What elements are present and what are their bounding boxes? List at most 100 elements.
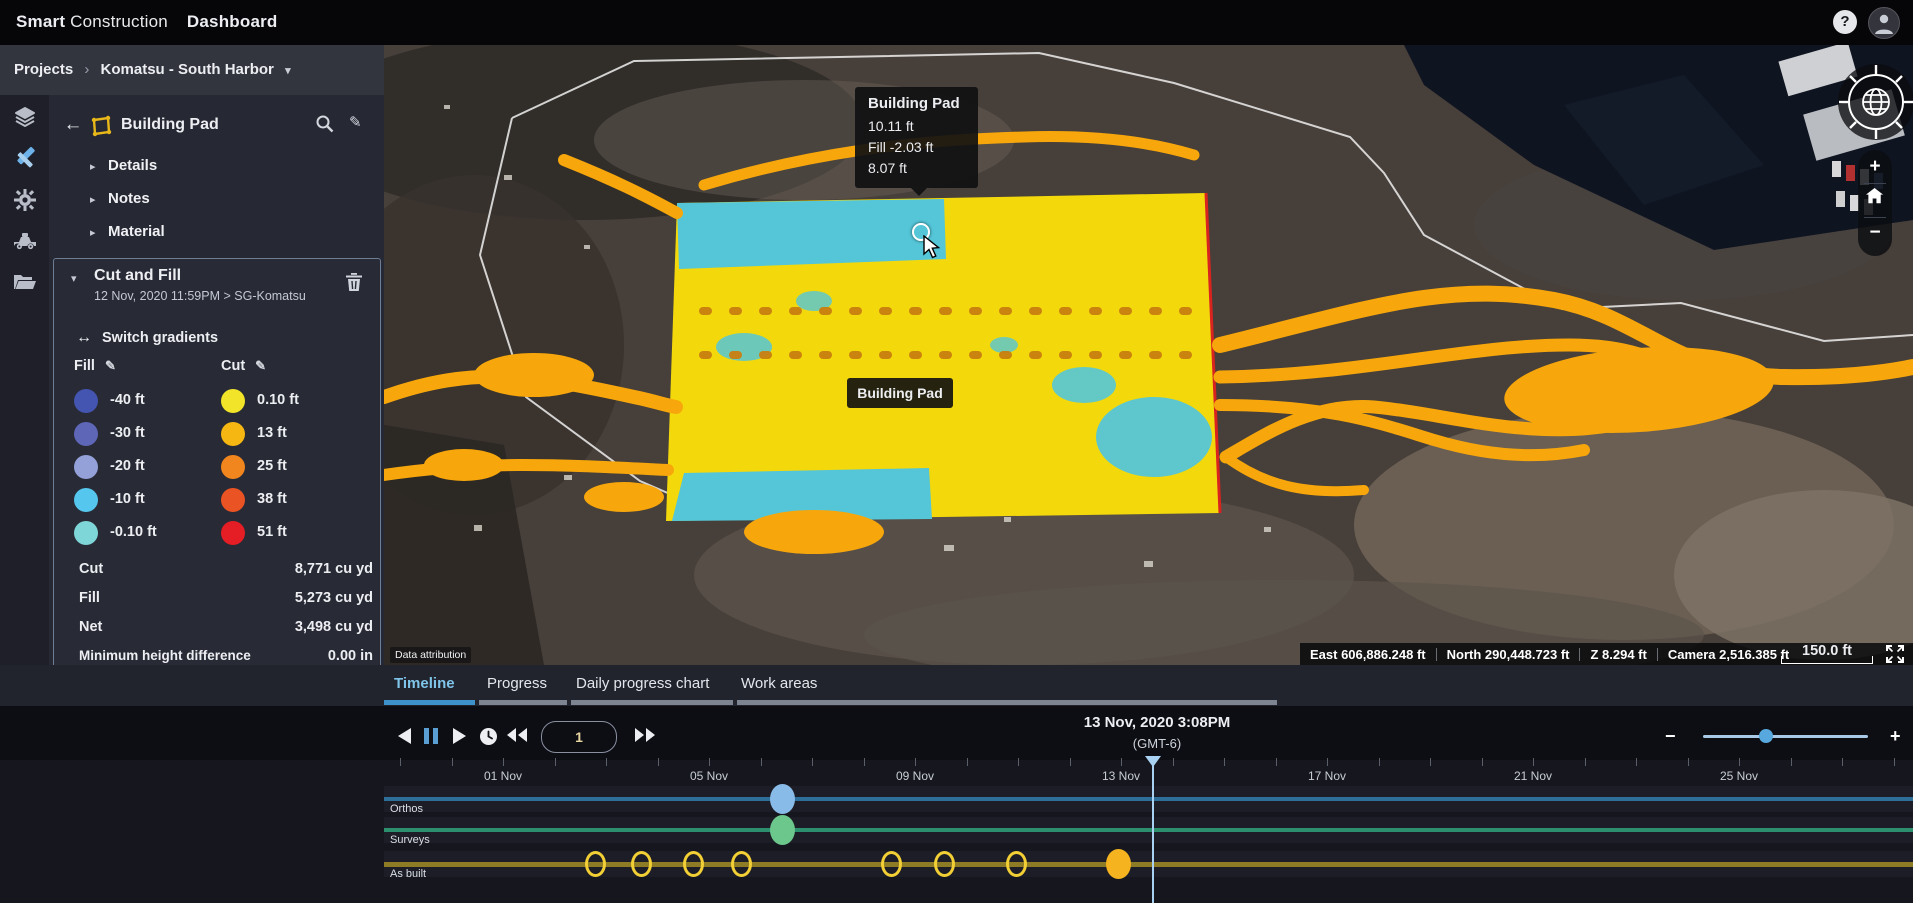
step-back-button[interactable] bbox=[396, 727, 412, 745]
settings-gear-icon[interactable] bbox=[0, 182, 49, 218]
tab-underline bbox=[479, 700, 567, 705]
chevron-right-icon: ▸ bbox=[90, 227, 96, 239]
stat-row: Net 3,498 cu yd bbox=[79, 615, 373, 644]
map-tooltip: Building Pad 10.11 ft Fill -2.03 ft 8.07… bbox=[855, 87, 978, 196]
tooltip-fill-delta: Fill -2.03 ft bbox=[868, 139, 934, 155]
gradient-stop-label: 0.10 ft bbox=[257, 392, 299, 408]
compass-navigation-widget[interactable] bbox=[1836, 62, 1913, 142]
fast-forward-button[interactable] bbox=[634, 727, 656, 743]
zoom-to-icon[interactable] bbox=[315, 114, 335, 134]
timeline-event-as-built[interactable] bbox=[682, 851, 704, 877]
map-home-button[interactable] bbox=[1858, 188, 1892, 209]
tab-work-areas[interactable]: Work areas bbox=[741, 675, 817, 692]
clock-playback-speed-button[interactable] bbox=[479, 727, 498, 746]
timeline-event-orthos[interactable] bbox=[769, 784, 795, 814]
gradient-stop-label: -0.10 ft bbox=[110, 524, 157, 540]
axis-label: 25 Nov bbox=[1719, 769, 1759, 783]
axis-tick bbox=[966, 758, 968, 766]
breadcrumb-project-name[interactable]: Komatsu - South Harbor bbox=[101, 61, 274, 78]
timeline-event-surveys[interactable] bbox=[769, 815, 795, 845]
gradient-swatch bbox=[221, 422, 245, 446]
timeline-zoom-in-button[interactable]: + bbox=[1890, 726, 1901, 747]
map-scale-bar: 150.0 ft bbox=[1779, 643, 1875, 665]
fullscreen-icon[interactable] bbox=[1886, 645, 1904, 663]
edit-pencil-icon[interactable]: ✎ bbox=[349, 113, 362, 131]
top-bar: Smart Construction Dashboard ? bbox=[0, 0, 1913, 46]
axis-tick bbox=[400, 758, 401, 766]
section-label: Notes bbox=[108, 190, 150, 207]
cutfill-title[interactable]: Cut and Fill bbox=[94, 267, 181, 285]
section-material[interactable]: ▸ Material bbox=[49, 219, 384, 252]
brand-dashboard: Dashboard bbox=[186, 12, 278, 31]
map-viewport[interactable]: Building Pad 10.11 ft Fill -2.03 ft 8.07… bbox=[384, 45, 1913, 665]
timeline-zoom-slider-handle[interactable] bbox=[1759, 729, 1773, 743]
frame-step-input[interactable]: 1 bbox=[541, 721, 617, 753]
rewind-button[interactable] bbox=[506, 727, 528, 743]
current-timestamp: 13 Nov, 2020 3:08PM bbox=[1083, 714, 1231, 731]
chevron-down-icon[interactable]: ▾ bbox=[285, 65, 291, 77]
gradient-swatch bbox=[221, 521, 245, 545]
tab-timeline[interactable]: Timeline bbox=[394, 675, 455, 692]
axis-tick bbox=[1893, 758, 1895, 766]
edit-cut-gradient-icon[interactable]: ✎ bbox=[255, 358, 266, 373]
section-notes[interactable]: ▸ Notes bbox=[49, 186, 384, 219]
cut-column-header: Cut ✎ bbox=[221, 358, 267, 374]
gradient-stop-label: -40 ft bbox=[110, 392, 145, 408]
edit-fill-gradient-icon[interactable]: ✎ bbox=[105, 358, 116, 373]
section-details[interactable]: ▸ Details bbox=[49, 153, 384, 186]
axis-tick bbox=[709, 758, 710, 766]
gradient-swatch bbox=[74, 455, 98, 479]
timeline-zoom-out-button[interactable]: − bbox=[1665, 726, 1676, 747]
timeline-row-label: Orthos bbox=[390, 803, 424, 815]
axis-tick bbox=[1224, 758, 1225, 766]
smart-construction-dashboard: Smart Construction Dashboard ? Projects … bbox=[0, 0, 1913, 903]
gradient-stop-label: 25 ft bbox=[257, 458, 287, 474]
timeline-event-as-built[interactable] bbox=[584, 851, 606, 877]
cutfill-subtitle: 12 Nov, 2020 11:59PM > SG-Komatsu bbox=[94, 289, 306, 303]
breadcrumb-separator: › bbox=[84, 61, 90, 78]
gradient-stop-label: 38 ft bbox=[257, 491, 287, 507]
tab-daily-progress-chart[interactable]: Daily progress chart bbox=[576, 675, 709, 692]
panel-sections: ▸ Details ▸ Notes ▸ Material bbox=[49, 153, 384, 252]
map-zoom-control: + − bbox=[1858, 150, 1892, 256]
timeline-zoom-slider-track[interactable] bbox=[1703, 735, 1868, 738]
scale-bracket bbox=[1781, 656, 1873, 664]
axis-tick bbox=[1275, 758, 1277, 766]
stat-value: 3,498 cu yd bbox=[294, 619, 373, 635]
layers-icon[interactable] bbox=[0, 99, 49, 135]
axis-tick bbox=[812, 758, 813, 766]
play-button[interactable] bbox=[452, 727, 468, 745]
gradient-stop: -0.10 ft bbox=[74, 519, 224, 552]
vehicle-icon[interactable] bbox=[0, 222, 49, 258]
back-arrow-icon[interactable]: ← bbox=[61, 113, 85, 137]
fill-column-header: Fill ✎ bbox=[74, 358, 116, 374]
collapse-chevron-icon[interactable]: ▾ bbox=[71, 272, 77, 285]
data-attribution[interactable]: Data attribution bbox=[390, 647, 472, 663]
switch-gradients-button[interactable]: ↔ Switch gradients bbox=[76, 329, 218, 347]
building-pad-label[interactable]: Building Pad bbox=[847, 378, 953, 408]
breadcrumb-projects[interactable]: Projects bbox=[14, 61, 73, 78]
help-icon[interactable]: ? bbox=[1833, 10, 1857, 34]
fill-gradient-legend: -40 ft -30 ft -20 ft -10 ft -0.10 ft bbox=[74, 387, 224, 552]
tab-progress[interactable]: Progress bbox=[487, 675, 547, 692]
map-zoom-in-button[interactable]: + bbox=[1858, 156, 1892, 178]
timezone-label: (GMT-6) bbox=[1132, 736, 1182, 751]
playhead-line bbox=[1152, 756, 1155, 903]
gradient-stop-label: -10 ft bbox=[110, 491, 145, 507]
gradient-swatch bbox=[221, 455, 245, 479]
map-zoom-out-button[interactable]: − bbox=[1858, 222, 1892, 244]
measure-tools-icon[interactable] bbox=[0, 141, 49, 177]
cut-and-fill-card: ▾ Cut and Fill 12 Nov, 2020 11:59PM > SG… bbox=[53, 258, 381, 720]
timeline-row-line bbox=[384, 862, 1913, 867]
axis-label: 17 Nov bbox=[1307, 769, 1347, 783]
chevron-right-icon: ▸ bbox=[90, 194, 96, 206]
files-folder-icon[interactable] bbox=[0, 265, 49, 301]
axis-tick bbox=[1584, 758, 1586, 766]
delete-trash-icon[interactable] bbox=[346, 273, 362, 291]
user-avatar[interactable] bbox=[1868, 7, 1900, 39]
timeline-event-as-built[interactable] bbox=[630, 851, 652, 877]
tab-underline bbox=[737, 700, 1277, 705]
person-icon bbox=[1875, 14, 1893, 34]
axis-tick bbox=[915, 758, 916, 766]
pause-button[interactable] bbox=[424, 727, 439, 745]
